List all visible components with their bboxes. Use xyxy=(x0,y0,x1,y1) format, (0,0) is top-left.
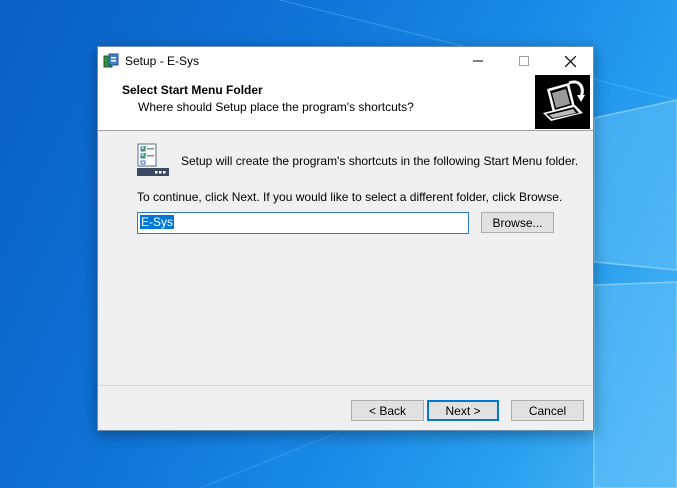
maximize-button[interactable] xyxy=(501,47,547,75)
browse-button-label: Browse... xyxy=(492,215,543,230)
next-button[interactable]: Next > xyxy=(427,400,499,421)
browse-button[interactable]: Browse... xyxy=(481,212,554,233)
setup-app-icon xyxy=(103,53,119,69)
close-icon xyxy=(564,55,576,67)
cancel-button[interactable]: Cancel xyxy=(511,400,584,421)
back-button[interactable]: < Back xyxy=(351,400,424,421)
start-menu-folder-icon xyxy=(137,143,169,177)
cancel-button-label: Cancel xyxy=(528,403,567,418)
footer-divider xyxy=(98,385,593,386)
title-bar[interactable]: Setup - E-Sys xyxy=(98,47,593,75)
continue-instruction: To continue, click Next. If you would li… xyxy=(137,190,563,204)
window-title: Setup - E-Sys xyxy=(125,54,200,68)
wizard-header: Select Start Menu Folder Where should Se… xyxy=(98,75,593,131)
close-button[interactable] xyxy=(547,47,593,75)
info-text: Setup will create the program's shortcut… xyxy=(181,154,579,168)
page-subtitle: Where should Setup place the program's s… xyxy=(138,100,414,114)
start-menu-folder-input[interactable]: E-Sys xyxy=(137,212,469,234)
minimize-icon xyxy=(473,60,483,62)
maximize-icon xyxy=(519,56,529,66)
setup-computer-icon xyxy=(535,75,590,129)
page-title: Select Start Menu Folder xyxy=(122,83,263,97)
folder-input-value: E-Sys xyxy=(140,215,175,229)
minimize-button[interactable] xyxy=(455,47,501,75)
setup-window: Setup - E-Sys Select Start Menu Folder W… xyxy=(97,46,594,431)
window-controls xyxy=(455,47,593,75)
next-button-label: Next > xyxy=(445,403,481,418)
back-button-label: < Back xyxy=(368,403,407,418)
